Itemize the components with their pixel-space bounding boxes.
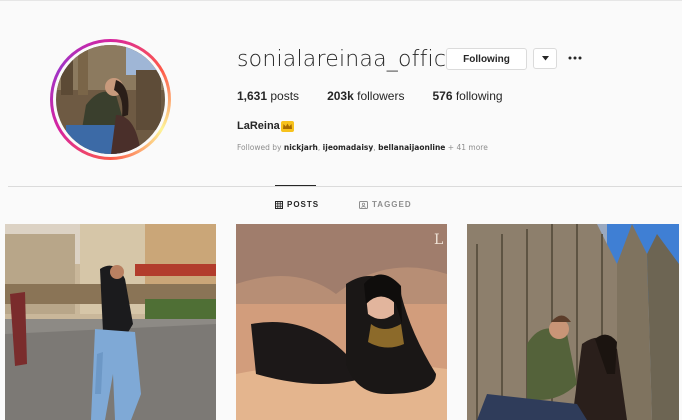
profile-stats: 1,631 posts 203k followers 576 following bbox=[237, 89, 531, 103]
following-stat[interactable]: 576 following bbox=[432, 89, 502, 103]
post-thumbnail[interactable]: L bbox=[236, 224, 447, 420]
following-button[interactable]: Following bbox=[446, 48, 527, 70]
profile-username: sonialareinaa_official bbox=[237, 47, 473, 72]
profile-full-name: LaReina bbox=[237, 120, 294, 132]
chevron-down-icon bbox=[541, 56, 549, 61]
top-border bbox=[0, 0, 682, 1]
mutual-follower-link[interactable]: bellanaijaonline bbox=[378, 143, 445, 152]
watermark-letter: L bbox=[434, 232, 443, 248]
followed-by-text: Followed by nickjarh, ijeomadaisy, bella… bbox=[237, 143, 488, 152]
active-tab-indicator bbox=[275, 185, 316, 186]
suggested-accounts-dropdown-button[interactable] bbox=[533, 48, 557, 69]
tabs-divider bbox=[8, 186, 682, 187]
tag-icon bbox=[359, 200, 368, 209]
more-followers-link[interactable]: + 41 more bbox=[448, 143, 488, 152]
tab-posts[interactable]: POSTS bbox=[275, 200, 319, 209]
crown-icon bbox=[280, 120, 294, 132]
mutual-follower-link[interactable]: ijeomadaisy bbox=[323, 143, 374, 152]
post-thumbnail[interactable] bbox=[467, 224, 679, 420]
posts-stat: 1,631 posts bbox=[237, 89, 300, 103]
profile-avatar-story-ring[interactable] bbox=[50, 39, 171, 160]
tab-tagged[interactable]: TAGGED bbox=[359, 200, 412, 209]
grid-icon bbox=[275, 200, 283, 209]
followers-stat[interactable]: 203k followers bbox=[327, 89, 404, 103]
avatar bbox=[56, 45, 165, 154]
post-thumbnail[interactable] bbox=[5, 224, 216, 420]
more-horizontal-icon bbox=[568, 56, 582, 60]
more-options-button[interactable] bbox=[566, 50, 584, 66]
mutual-follower-link[interactable]: nickjarh bbox=[284, 143, 318, 152]
